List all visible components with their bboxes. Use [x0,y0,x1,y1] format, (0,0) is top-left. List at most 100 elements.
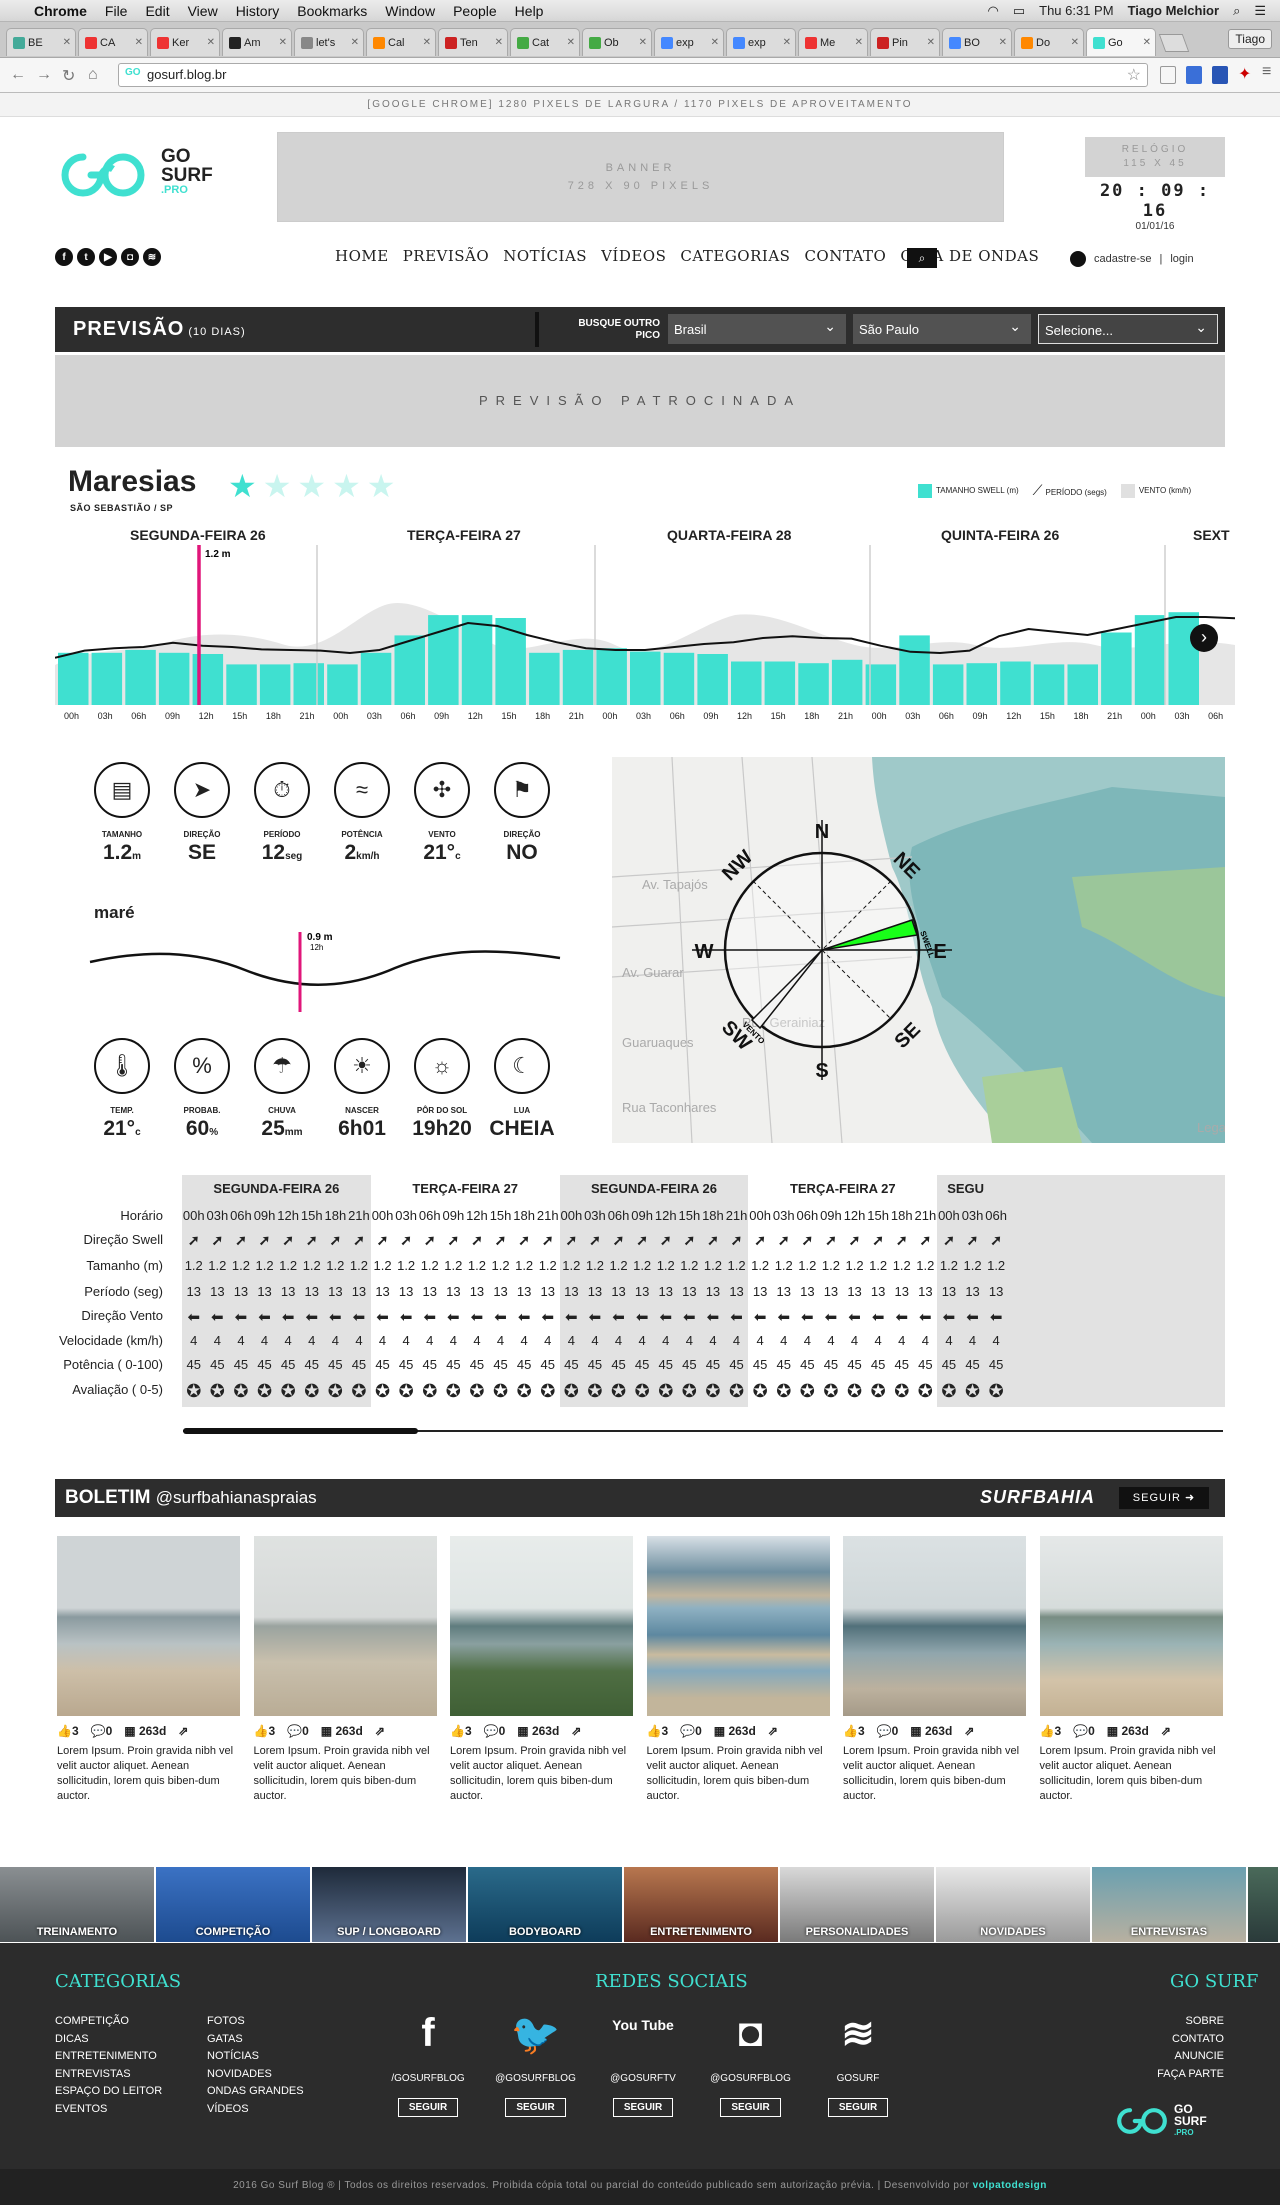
nav-home[interactable]: HOME [335,247,389,265]
category-tile[interactable]: SUP / LONGBOARD [312,1867,468,1942]
swell-map[interactable]: Av. Tapajós Av. Guarar Guaruaques Rua Ta… [612,757,1225,1143]
browser-tab[interactable]: let's ✕ [294,28,364,56]
external-link-icon[interactable]: ⇗ [375,1724,385,1738]
category-tile[interactable]: COMPETIÇÃO [156,1867,312,1942]
back-icon[interactable]: ← [10,66,26,84]
menu-file[interactable]: File [105,3,128,19]
footer-category-link[interactable]: COMPETIÇÃO [55,2013,162,2031]
instagram-icon[interactable]: ◘ [706,2011,796,2061]
bookmark-star-icon[interactable]: ☆ [1127,65,1141,85]
spotify-icon[interactable]: ≋ [143,248,161,266]
social-follow-button[interactable]: SEGUIR [505,2098,566,2117]
like-count[interactable]: 👍3 [1040,1724,1062,1738]
close-icon[interactable]: ✕ [63,37,71,48]
menu-edit[interactable]: Edit [145,3,169,19]
external-link-icon[interactable]: ⇗ [571,1724,581,1738]
facebook-icon[interactable]: f [55,248,73,266]
footer-category-link[interactable]: FOTOS [207,2013,304,2031]
browser-tab[interactable]: Cal ✕ [366,28,436,56]
social-follow-button[interactable]: SEGUIR [827,2098,889,2117]
footer-category-link[interactable]: DICAS [55,2031,162,2049]
extension-icon[interactable] [1212,66,1228,84]
post-photo[interactable] [646,1536,830,1716]
close-icon[interactable]: ✕ [207,37,215,48]
close-icon[interactable]: ✕ [855,37,863,48]
footer-link[interactable]: CONTATO [1100,2031,1224,2049]
menu-people[interactable]: People [453,3,497,19]
footer-category-link[interactable]: ESPAÇO DO LEITOR [55,2083,162,2101]
close-icon[interactable]: ✕ [711,37,719,48]
extension-icon[interactable] [1160,66,1176,84]
browser-tab[interactable]: BO ✕ [942,28,1012,56]
url-field[interactable]: GO gosurf.blog.br ☆ [118,63,1148,87]
browser-tab[interactable]: exp ✕ [726,28,796,56]
category-tile[interactable]: ENTREVISTAS [1092,1867,1248,1942]
country-select[interactable]: Brasil ⌄ [668,314,846,344]
browser-tab[interactable]: Ten ✕ [438,28,508,56]
like-count[interactable]: 👍3 [450,1724,472,1738]
site-logo[interactable]: GO SURF .PRO [53,145,238,205]
search-icon[interactable]: ⌕ [907,248,937,268]
browser-tab[interactable]: Am ✕ [222,28,292,56]
footer-category-link[interactable]: GATAS [207,2031,304,2049]
comment-count[interactable]: 💬0 [1073,1724,1095,1738]
browser-tab[interactable]: Ker ✕ [150,28,220,56]
boletim-post[interactable]: 👍3 💬0 ▦ 263d ⇗ Lorem Ipsum. Proin gravida ni… [646,1536,830,1804]
post-photo[interactable] [450,1536,633,1716]
forward-icon[interactable]: → [36,66,52,84]
menu-history[interactable]: History [236,3,280,19]
category-tile[interactable]: ENTRETENIMENTO [624,1867,780,1942]
sponsored-forecast[interactable]: PREVISÃO PATROCINADA [55,355,1225,447]
post-photo[interactable] [253,1536,437,1716]
close-icon[interactable]: ✕ [1071,37,1079,48]
post-photo[interactable] [1039,1536,1223,1716]
post-photo[interactable] [57,1536,240,1716]
comment-count[interactable]: 💬0 [484,1724,506,1738]
browser-tab[interactable]: Me ✕ [798,28,868,56]
twitter-icon[interactable]: 🐦 [491,2011,581,2061]
instagram-icon[interactable]: ◘ [121,248,139,266]
user-name[interactable]: Tiago Melchior [1128,3,1220,18]
chart-next-icon[interactable]: › [1190,624,1218,652]
close-icon[interactable]: ✕ [495,37,503,48]
surfbahia-logo[interactable]: SURFBAHIA [980,1487,1095,1508]
category-tile[interactable]: PERSONALIDADES [780,1867,936,1942]
footer-category-link[interactable]: NOTÍCIAS [207,2048,304,2066]
close-icon[interactable]: ✕ [639,37,647,48]
state-select[interactable]: São Paulo ⌄ [853,314,1031,344]
comment-count[interactable]: 💬0 [287,1724,309,1738]
category-tile[interactable]: BODYBOARD [468,1867,624,1942]
spotlight-icon[interactable]: ⌕ [1233,3,1240,19]
external-link-icon[interactable]: ⇗ [964,1724,974,1738]
spotify-icon[interactable]: ≋ [813,2011,903,2061]
nav-categorias[interactable]: CATEGORIAS [680,247,790,265]
boletim-post[interactable]: 👍3 💬0 ▦ 263d ⇗ Lorem Ipsum. Proin gravida ni… [1039,1536,1223,1804]
like-count[interactable]: 👍3 [57,1724,79,1738]
nav-contato[interactable]: CONTATO [804,247,886,265]
close-icon[interactable]: ✕ [567,37,575,48]
social-follow-button[interactable]: SEGUIR [720,2098,781,2117]
boletim-post[interactable]: 👍3 💬0 ▦ 263d ⇗ Lorem Ipsum. Proin gravida ni… [450,1536,633,1804]
table-scrollbar-thumb[interactable] [183,1428,418,1434]
chrome-menu-icon[interactable]: ≡ [1262,63,1271,81]
social-follow-button[interactable]: SEGUIR [397,2098,459,2117]
comment-count[interactable]: 💬0 [877,1724,899,1738]
boletim-post[interactable]: 👍3 💬0 ▦ 263d ⇗ Lorem Ipsum. Proin gravida ni… [57,1536,240,1804]
menu-view[interactable]: View [188,3,218,19]
social-follow-button[interactable]: SEGUIR [612,2098,674,2117]
facebook-icon[interactable]: f [383,2011,473,2061]
menu-bookmarks[interactable]: Bookmarks [297,3,367,19]
close-icon[interactable]: ✕ [1143,37,1151,48]
external-link-icon[interactable]: ⇗ [1161,1724,1171,1738]
notification-icon[interactable]: ☰ [1254,3,1266,19]
close-icon[interactable]: ✕ [351,37,359,48]
youtube-icon[interactable]: ▶ [99,248,117,266]
nav-previsao[interactable]: PREVISÃO [403,247,490,265]
extension-icon[interactable]: ✦ [1238,64,1251,84]
footer-category-link[interactable]: ENTREVISTAS [55,2066,162,2084]
close-icon[interactable]: ✕ [279,37,287,48]
browser-tab[interactable]: BE ✕ [6,28,76,56]
battery-icon[interactable]: ▭ [1013,3,1025,19]
close-icon[interactable]: ✕ [135,37,143,48]
extension-icon[interactable] [1186,66,1202,84]
